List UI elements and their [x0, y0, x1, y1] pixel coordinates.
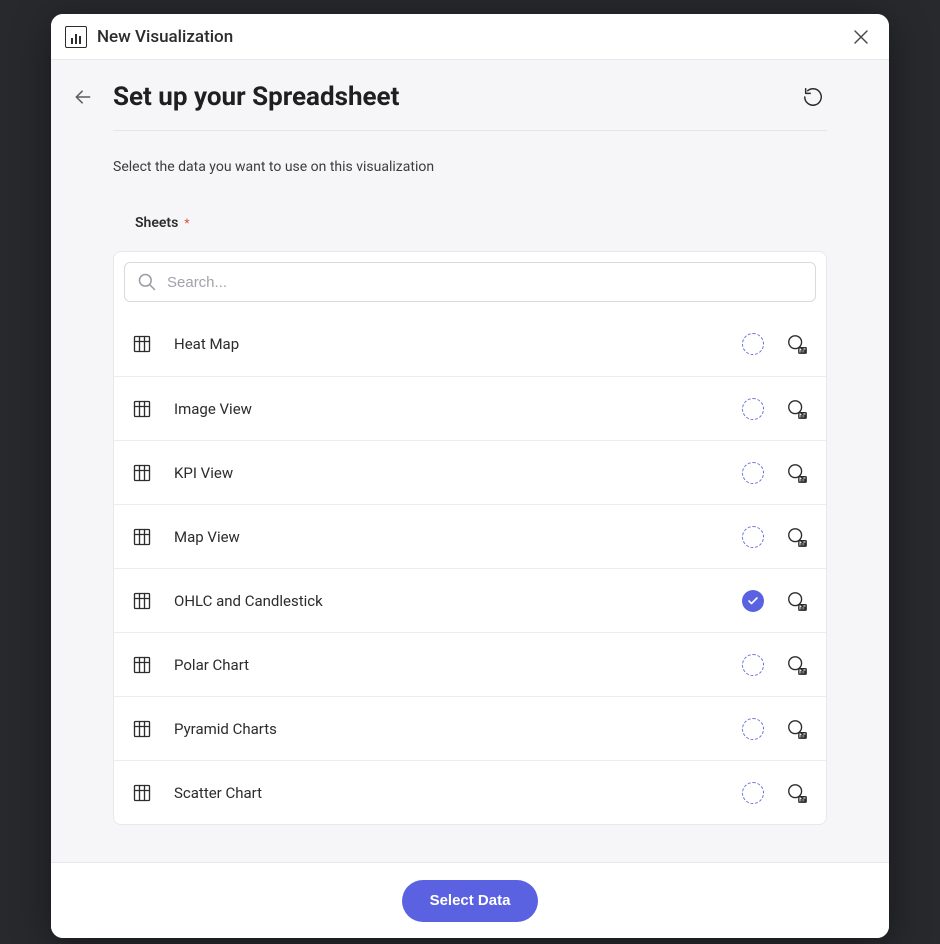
preview-icon[interactable] — [786, 526, 808, 548]
sheets-label-row: Sheets * — [135, 215, 827, 231]
row-controls — [742, 333, 808, 355]
row-controls — [742, 782, 808, 804]
sheet-row[interactable]: Pyramid Charts — [114, 696, 826, 760]
sheet-name: OHLC and Candlestick — [174, 592, 742, 610]
visualization-icon — [65, 26, 87, 48]
row-controls — [742, 590, 808, 612]
refresh-icon — [802, 86, 824, 108]
grid-icon — [132, 655, 152, 675]
arrow-left-icon — [73, 87, 93, 107]
modal-title: New Visualization — [97, 27, 847, 47]
page-subtitle: Select the data you want to use on this … — [113, 159, 827, 175]
sheet-row[interactable]: Heat Map — [114, 312, 826, 376]
sheets-list: Heat Map Image View KPI View Map View OH… — [114, 312, 826, 824]
grid-icon — [132, 334, 152, 354]
sheet-name: Heat Map — [174, 335, 742, 353]
sheet-row[interactable]: OHLC and Candlestick — [114, 568, 826, 632]
row-controls — [742, 398, 808, 420]
preview-icon[interactable] — [786, 590, 808, 612]
grid-icon — [132, 463, 152, 483]
select-radio[interactable] — [742, 654, 764, 676]
preview-icon[interactable] — [786, 654, 808, 676]
back-button[interactable] — [71, 85, 95, 109]
preview-icon[interactable] — [786, 333, 808, 355]
select-radio[interactable] — [742, 590, 764, 612]
sheet-name: Polar Chart — [174, 656, 742, 674]
modal-footer: Select Data — [51, 862, 889, 938]
select-radio[interactable] — [742, 526, 764, 548]
required-asterisk: * — [184, 216, 189, 230]
modal-body: Set up your Spreadsheet Select the data … — [51, 60, 889, 862]
sheet-row[interactable]: Scatter Chart — [114, 760, 826, 824]
close-icon — [853, 29, 869, 45]
select-data-button[interactable]: Select Data — [402, 880, 539, 922]
select-radio[interactable] — [742, 782, 764, 804]
sheet-name: KPI View — [174, 464, 742, 482]
sheet-row[interactable]: Map View — [114, 504, 826, 568]
row-controls — [742, 526, 808, 548]
row-controls — [742, 718, 808, 740]
preview-icon[interactable] — [786, 782, 808, 804]
page-title-row: Set up your Spreadsheet — [113, 60, 827, 131]
search-field-wrap[interactable] — [124, 262, 816, 302]
close-button[interactable] — [847, 23, 875, 51]
sheets-label: Sheets — [135, 215, 178, 231]
preview-icon[interactable] — [786, 718, 808, 740]
modal-header: New Visualization — [51, 14, 889, 60]
row-controls — [742, 654, 808, 676]
select-radio[interactable] — [742, 333, 764, 355]
select-radio[interactable] — [742, 398, 764, 420]
search-icon — [137, 272, 157, 292]
grid-icon — [132, 399, 152, 419]
sheet-name: Pyramid Charts — [174, 720, 742, 738]
preview-icon[interactable] — [786, 462, 808, 484]
sheet-row[interactable]: KPI View — [114, 440, 826, 504]
grid-icon — [132, 719, 152, 739]
select-radio[interactable] — [742, 462, 764, 484]
grid-icon — [132, 527, 152, 547]
search-wrap — [114, 252, 826, 312]
refresh-button[interactable] — [799, 83, 827, 111]
grid-icon — [132, 591, 152, 611]
page-title: Set up your Spreadsheet — [113, 82, 799, 112]
sheet-name: Image View — [174, 400, 742, 418]
select-radio[interactable] — [742, 718, 764, 740]
sheet-name: Scatter Chart — [174, 784, 742, 802]
sheets-list-card: Heat Map Image View KPI View Map View OH… — [113, 251, 827, 825]
sheet-row[interactable]: Polar Chart — [114, 632, 826, 696]
sheet-name: Map View — [174, 528, 742, 546]
row-controls — [742, 462, 808, 484]
sheet-row[interactable]: Image View — [114, 376, 826, 440]
search-input[interactable] — [167, 274, 803, 291]
grid-icon — [132, 783, 152, 803]
new-visualization-modal: New Visualization Set up your Spreadshee… — [51, 14, 889, 938]
preview-icon[interactable] — [786, 398, 808, 420]
